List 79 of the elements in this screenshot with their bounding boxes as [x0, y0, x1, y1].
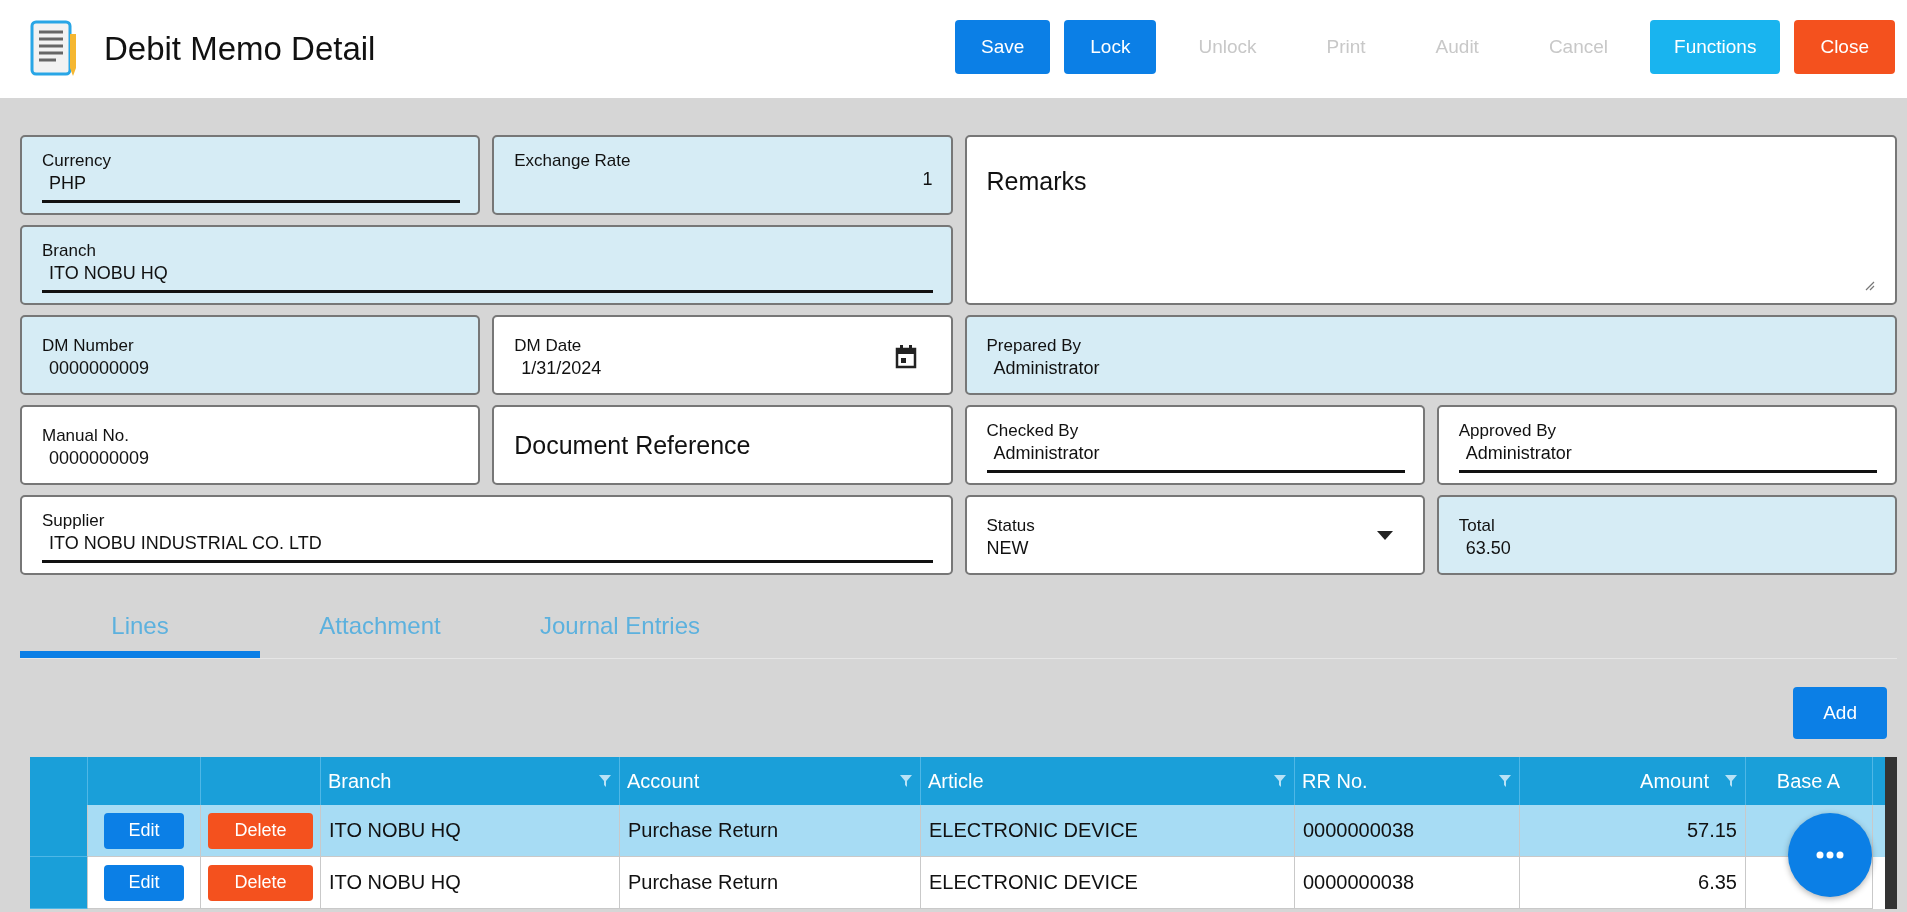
form-field[interactable]: Branch ITO NOBU HQ: [20, 225, 953, 305]
column-header[interactable]: Amount: [1640, 769, 1709, 793]
field-label: Manual No.: [42, 425, 129, 446]
form-field[interactable]: Document Reference: [492, 405, 953, 485]
field-label: Currency: [42, 151, 111, 171]
window-title: Debit Memo Detail: [104, 30, 376, 68]
field-label: DM Number: [42, 335, 134, 356]
form-field[interactable]: Currency PHP: [20, 135, 481, 215]
edit-button[interactable]: Edit: [104, 864, 184, 901]
table-cell: Purchase Return: [628, 871, 779, 894]
field-value: 0000000009: [48, 447, 151, 469]
field-label: Branch: [42, 241, 96, 261]
field-value: 63.50: [1464, 537, 1512, 559]
toolbar-button[interactable]: Close: [1794, 19, 1895, 74]
toolbar-button[interactable]: Save: [954, 19, 1051, 74]
field-value: Administrator: [992, 443, 1101, 464]
table-cell: ITO NOBU HQ: [329, 819, 461, 842]
edit-button[interactable]: Edit: [104, 812, 184, 849]
document-icon: [30, 20, 78, 78]
field-value: Administrator: [1464, 443, 1573, 464]
form-field[interactable]: Manual No. 0000000009: [20, 405, 481, 485]
table-cell: ELECTRONIC DEVICE: [929, 819, 1138, 842]
form-field[interactable]: DM Number 0000000009: [20, 315, 481, 395]
resize-grip-icon: [1865, 281, 1875, 291]
more-icon: [1815, 851, 1845, 859]
table-cell: 6.35: [1698, 871, 1737, 894]
field-value: 1/31/2024: [520, 357, 603, 379]
form-field[interactable]: Prepared By Administrator: [964, 315, 1897, 395]
field-label: Approved By: [1458, 421, 1557, 441]
field-value: 0000000009: [48, 357, 151, 379]
filter-icon[interactable]: [599, 775, 611, 787]
field-placeholder: Remarks: [985, 167, 1087, 196]
field-value: ITO NOBU HQ: [48, 263, 169, 284]
field-value: PHP: [48, 173, 87, 194]
field-value: ITO NOBU INDUSTRIAL CO. LTD: [48, 533, 323, 554]
form-field[interactable]: Approved By Administrator: [1436, 405, 1897, 485]
delete-button[interactable]: Delete: [208, 864, 313, 901]
table-cell: 0000000038: [1303, 871, 1415, 894]
form-field[interactable]: Status NEW: [964, 495, 1425, 575]
field-label: Prepared By: [986, 335, 1081, 356]
add-button[interactable]: Add: [1793, 687, 1887, 739]
field-value: 1: [921, 168, 933, 190]
field-label: Supplier: [42, 511, 105, 531]
dropdown-caret-icon: [1376, 531, 1393, 540]
table-cell: 0000000038: [1303, 819, 1415, 842]
table-cell: ELECTRONIC DEVICE: [929, 871, 1138, 894]
field-label: Status: [986, 515, 1035, 536]
column-header[interactable]: Article: [928, 769, 984, 793]
filter-icon[interactable]: [1274, 775, 1286, 787]
table-cell: Purchase Return: [628, 819, 779, 842]
row-header-cell[interactable]: [30, 857, 88, 909]
filter-icon[interactable]: [1499, 775, 1511, 787]
toolbar-button[interactable]: Lock: [1064, 19, 1157, 74]
table-cell: 57.15: [1686, 819, 1737, 842]
field-label: Exchange Rate: [514, 150, 631, 171]
toolbar-button[interactable]: Functions: [1650, 19, 1781, 74]
column-header[interactable]: RR No.: [1302, 769, 1368, 793]
table-cell: ITO NOBU HQ: [329, 871, 461, 894]
form-field[interactable]: Supplier ITO NOBU INDUSTRIAL CO. LTD: [20, 495, 953, 575]
form-field[interactable]: Checked By Administrator: [964, 405, 1425, 485]
column-header[interactable]: Branch: [328, 769, 392, 793]
filter-icon[interactable]: [1725, 775, 1737, 787]
field-value: NEW: [986, 537, 1030, 559]
delete-button[interactable]: Delete: [208, 812, 313, 849]
row-header-cell[interactable]: [30, 805, 88, 857]
field-value: Administrator: [992, 357, 1101, 379]
column-header[interactable]: Account: [627, 769, 700, 793]
field-placeholder: Document Reference: [513, 430, 751, 460]
calendar-icon: [894, 345, 917, 369]
form-field[interactable]: Exchange Rate 1: [492, 135, 953, 215]
table-row[interactable]: Edit Delete ITO NOBU HQ Purchase Return ELECTRONIC DEVICE 0000000038 57.15: [30, 805, 1885, 857]
field-label: DM Date: [514, 335, 582, 356]
filter-icon[interactable]: [900, 775, 912, 787]
form-field[interactable]: Total 63.50: [1436, 495, 1897, 575]
field-label: Total: [1458, 515, 1495, 536]
form-field[interactable]: DM Date 1/31/2024: [492, 315, 953, 395]
field-label: Checked By: [986, 421, 1079, 441]
form-field[interactable]: Remarks: [964, 135, 1897, 305]
column-header[interactable]: Base A: [1776, 769, 1841, 793]
